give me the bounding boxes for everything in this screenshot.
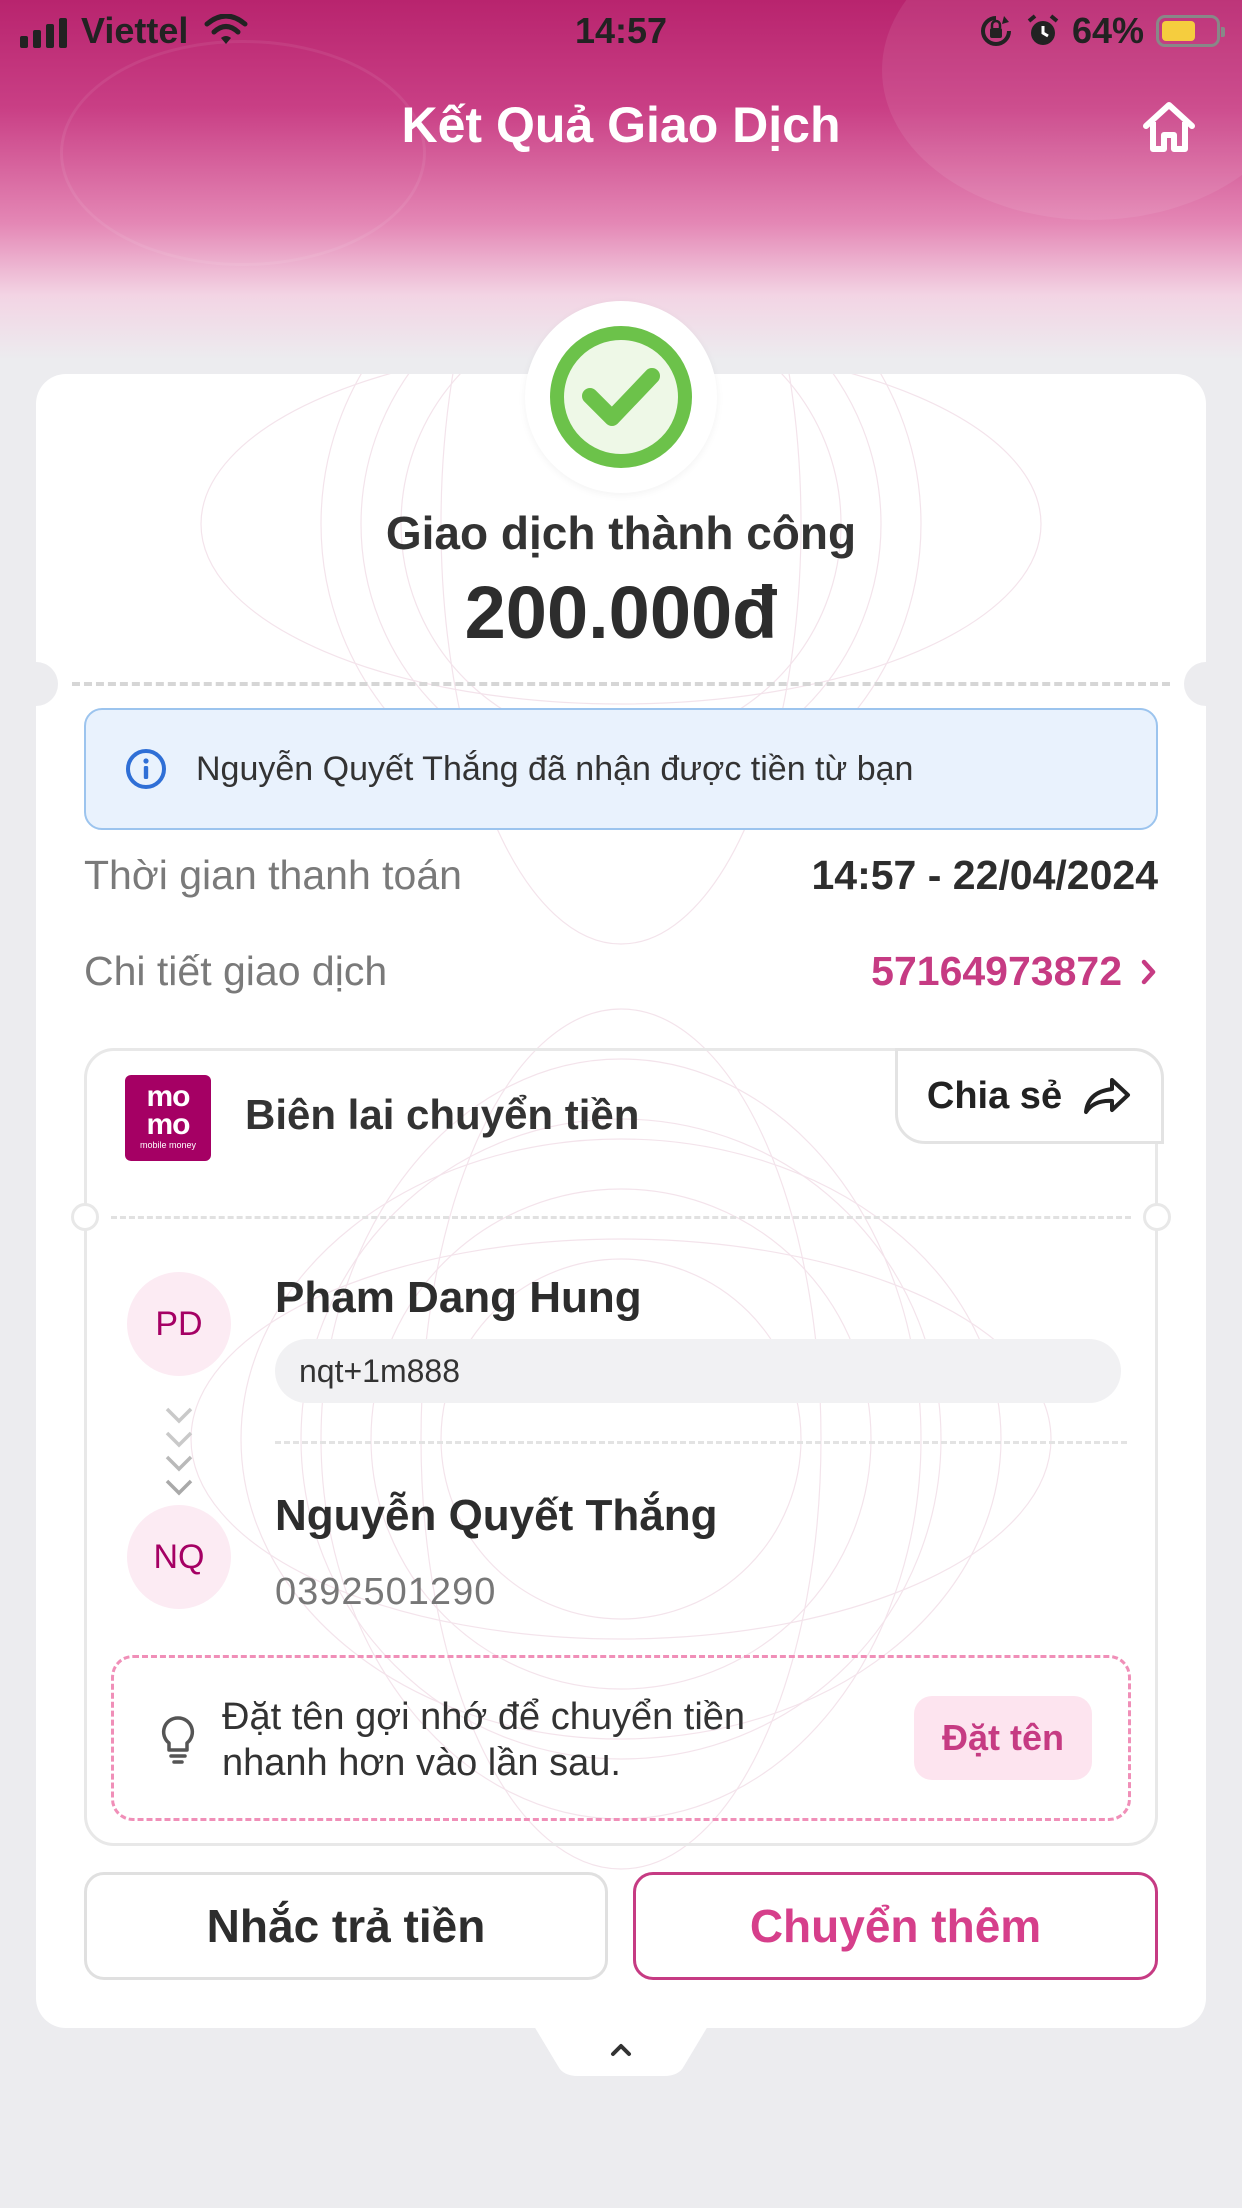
- card-divider: [72, 682, 1170, 686]
- transaction-detail-row[interactable]: Chi tiết giao dịch 57164973872: [84, 948, 1158, 995]
- receiver-phone: 0392501290: [275, 1571, 497, 1613]
- rotation-lock-icon: [980, 16, 1011, 46]
- status-bar: Viettel 14:57 64%: [0, 0, 1242, 62]
- info-banner-text: Nguyễn Quyết Thắng đã nhận được tiền từ …: [196, 749, 914, 788]
- success-badge: [525, 301, 717, 493]
- home-icon[interactable]: [1138, 96, 1200, 158]
- receipt-notch-left: [71, 1203, 99, 1231]
- check-circle-icon: [550, 326, 692, 468]
- payment-time-row: Thời gian thanh toán 14:57 - 22/04/2024: [84, 852, 1158, 899]
- momo-logo: mo mo mobile money: [125, 1075, 211, 1161]
- expand-handle[interactable]: [534, 2026, 708, 2076]
- transaction-amount: 200.000đ: [464, 571, 778, 654]
- sender-avatar: PD: [127, 1272, 231, 1376]
- alarm-icon: [1027, 14, 1059, 45]
- momo-logo-text-bottom: mo: [146, 1108, 191, 1141]
- remind-payment-button[interactable]: Nhắc trả tiền: [84, 1872, 608, 1980]
- nickname-suggestion: Đặt tên gợi nhớ để chuyển tiền nhanh hơn…: [111, 1655, 1131, 1821]
- transaction-status: Giao dịch thành công: [385, 507, 857, 559]
- sender-name: Pham Dang Hung: [275, 1273, 642, 1322]
- suggestion-text: Đặt tên gợi nhớ để chuyển tiền nhanh hơn…: [222, 1694, 782, 1786]
- transaction-id: 57164973872: [871, 948, 1122, 994]
- receiver-avatar: NQ: [127, 1505, 231, 1609]
- receipt-notch-right: [1143, 1203, 1171, 1231]
- transfer-receipt: mo mo mobile money Biên lai chuyển tiền …: [71, 1048, 1171, 1846]
- party-divider: [275, 1441, 1127, 1444]
- receiver-name: Nguyễn Quyết Thắng: [275, 1491, 718, 1540]
- info-banner: Nguyễn Quyết Thắng đã nhận được tiền từ …: [84, 708, 1158, 830]
- suggestion-line-1: Đặt tên gợi nhớ để chuyển tiền: [222, 1696, 746, 1738]
- transaction-detail-label: Chi tiết giao dịch: [84, 948, 388, 994]
- share-label: Chia sẻ: [926, 1074, 1063, 1117]
- info-icon: [126, 749, 166, 789]
- receipt-title: Biên lai chuyển tiền: [245, 1091, 640, 1138]
- battery-icon: [1156, 15, 1225, 47]
- share-button[interactable]: Chia sẻ: [895, 1048, 1164, 1144]
- lightbulb-icon: [161, 1716, 195, 1764]
- transfer-more-button[interactable]: Chuyển thêm: [633, 1872, 1158, 1980]
- momo-logo-subtitle: mobile money: [139, 1140, 197, 1150]
- transaction-id-link[interactable]: 57164973872: [871, 948, 1158, 995]
- receipt-divider: [111, 1216, 1131, 1219]
- chevron-right-icon: [1141, 959, 1156, 984]
- suggestion-line-2: nhanh hơn vào lần sau.: [222, 1742, 621, 1784]
- set-nickname-button[interactable]: Đặt tên: [914, 1696, 1092, 1780]
- chevrons-down-icon: [165, 1407, 193, 1496]
- battery-percent: 64%: [1071, 10, 1144, 51]
- transfer-message: nqt+1m888: [275, 1339, 1121, 1403]
- share-arrow-icon: [1084, 1078, 1131, 1114]
- payment-time-label: Thời gian thanh toán: [84, 852, 462, 898]
- page-title: Kết Quả Giao Dịch: [401, 97, 841, 153]
- payment-time-value: 14:57 - 22/04/2024: [811, 852, 1159, 898]
- momo-logo-text-top: mo: [146, 1080, 191, 1113]
